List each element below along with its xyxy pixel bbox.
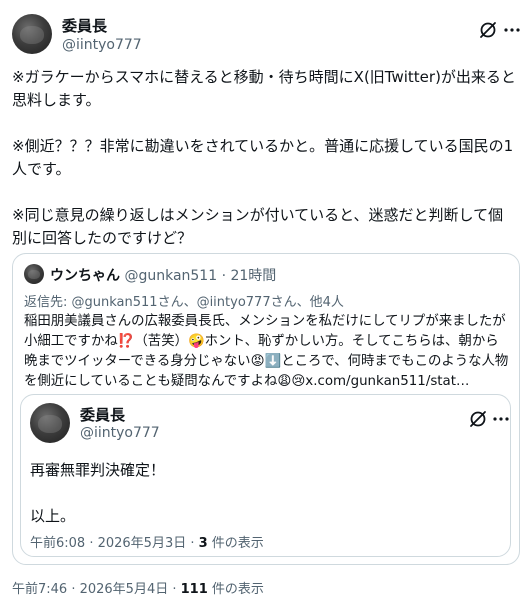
reply-mentions[interactable]: @gunkan511さん、@iintyo777さん、他4人 <box>72 295 344 310</box>
interrobang-emoji-icon: ⁉️ <box>117 334 135 349</box>
post-timestamp[interactable]: 午前7:46 · 2026年5月4日 · <box>12 582 181 597</box>
quote-text-part: （苦笑） <box>134 334 188 349</box>
post-paragraph: ※側近？？？非常に勘違いをされているかと。普通に応援している国民の1人です。 <box>12 137 514 178</box>
inner-avatar[interactable] <box>30 403 70 443</box>
reply-to: 返信先: @gunkan511さん、@iintyo777さん、他4人 <box>24 291 344 310</box>
quote-header: ウンちゃん @gunkan511 · 21時間 <box>50 265 276 285</box>
grok-icon[interactable] <box>468 409 488 429</box>
inner-meta: 午前6:08 · 2026年5月3日 · 3 件の表示 <box>30 532 264 551</box>
inner-text-line: 以上。 <box>30 507 76 525</box>
inner-author-handle[interactable]: @iintyo777 <box>80 425 160 441</box>
quote-link[interactable]: x.com/gunkan511/stat… <box>305 374 469 389</box>
post-paragraph: ※同じ意見の繰り返しはメンションが付いていると、迷惑だと判断して個別に回答したの… <box>12 206 504 247</box>
post-text: ※ガラケーからスマホに替えると移動・待ち時間にX(旧Twitter)が出来ると思… <box>12 66 517 250</box>
inner-post[interactable]: 委員長 @iintyo777 再審無罪判決確定！ 以上。 午前6:08 · 20… <box>20 394 511 557</box>
quote-author-name: ウンちゃん <box>50 268 120 284</box>
inner-timestamp[interactable]: 午前6:08 · 2026年5月3日 · <box>30 536 199 551</box>
quote-avatar <box>24 264 44 284</box>
avatar[interactable] <box>12 14 52 54</box>
views-label: 件の表示 <box>207 582 264 597</box>
inner-text-line: 再審無罪判決確定！ <box>30 461 166 479</box>
views-count: 111 <box>180 582 208 597</box>
zany-face-emoji-icon: 🤪 <box>187 334 205 349</box>
quote-text: 稲田朋美議員さんの広報委員長氏、メンションを私だけにしてリプが来ましたが小細工で… <box>24 312 510 392</box>
angry-face-down-arrow-emoji-icon: 😡⬇️ <box>250 354 282 369</box>
inner-views-label: 件の表示 <box>207 536 264 551</box>
grok-icon[interactable] <box>478 20 498 40</box>
reply-prefix: 返信先: <box>24 295 72 310</box>
more-icon[interactable] <box>503 20 521 40</box>
quoted-post[interactable]: ウンちゃん @gunkan511 · 21時間 返信先: @gunkan511さ… <box>12 253 520 565</box>
author-name[interactable]: 委員長 <box>62 15 107 36</box>
weary-crying-emoji-icon: 😩😢 <box>277 374 306 389</box>
inner-views-count: 3 <box>198 536 208 551</box>
quote-author-handle: @gunkan511 <box>124 268 218 284</box>
more-icon[interactable] <box>492 409 510 429</box>
post-paragraph: ※ガラケーからスマホに替えると移動・待ち時間にX(旧Twitter)が出来ると思… <box>12 68 516 109</box>
post-meta: 午前7:46 · 2026年5月4日 · 111 件の表示 <box>12 578 264 597</box>
author-handle[interactable]: @iintyo777 <box>62 37 142 53</box>
quote-age: · 21時間 <box>217 268 277 284</box>
inner-author-name[interactable]: 委員長 <box>80 404 125 425</box>
